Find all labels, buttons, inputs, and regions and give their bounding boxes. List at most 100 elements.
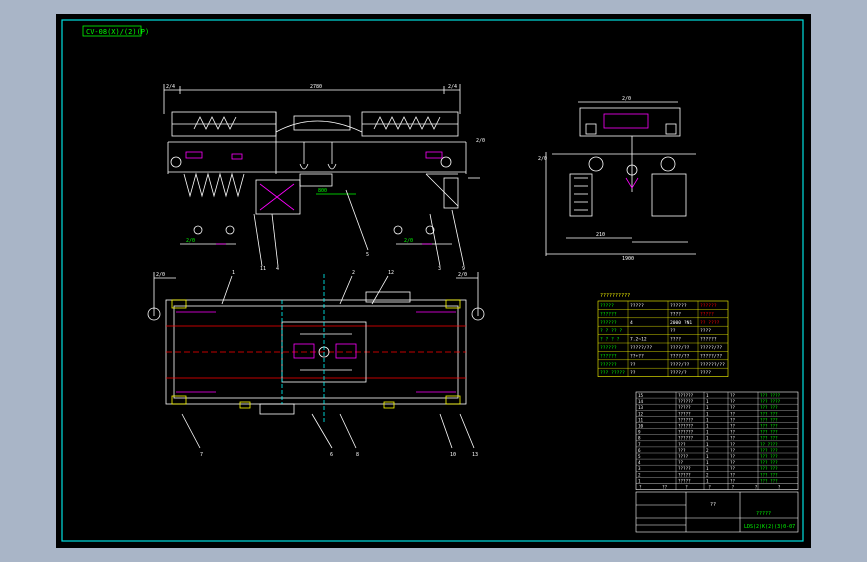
parts-list-cell: 4 <box>638 460 641 465</box>
parts-list-cell: ??? ??? <box>760 436 778 441</box>
parts-list-cell: ?? <box>730 405 736 410</box>
parts-list-cell: ?? <box>730 442 736 447</box>
parts-list-cell: ??? ??? <box>760 478 778 483</box>
spec-table-cell: ?????? <box>600 362 617 368</box>
parts-list-cell: 3 <box>638 466 641 471</box>
dim-main-span: 2780 <box>310 84 322 90</box>
parts-list-cell: ?? ???? <box>760 442 778 447</box>
dim-right-height: 2/0 <box>476 138 485 144</box>
parts-list-cell: ?? <box>730 472 736 477</box>
spec-table-cell: ?? <box>670 328 676 334</box>
parts-list-cell: ??? ??? <box>760 472 778 477</box>
parts-list-cell: ??? ???? <box>760 399 781 404</box>
parts-list-cell: 10 <box>638 424 644 429</box>
spec-table-cell: 7.2~12 <box>630 337 647 343</box>
spec-table-cell: ??????/?? <box>700 362 725 368</box>
spec-table-cell: ?? <box>630 370 636 376</box>
parts-list-footer-cell: ? <box>685 485 688 490</box>
spec-table-cell: ?? ???? <box>700 320 720 326</box>
title-block-drawing-no: LDS(2)K(2)(3)0-07 <box>744 524 795 530</box>
parts-list-cell: 1 <box>706 454 709 459</box>
parts-list-cell: ??? ??? <box>760 466 778 471</box>
spec-table-cell: ???? <box>700 370 711 376</box>
parts-list-cell: ????? <box>678 478 691 483</box>
drawing-border <box>61 19 804 542</box>
spec-table-cell: ?????? <box>600 311 617 317</box>
callout-label: 6 <box>330 452 333 458</box>
spec-table-cell: ???? <box>700 328 711 334</box>
parts-list-cell: 2 <box>638 472 641 477</box>
parts-list-cell: ?? <box>730 430 736 435</box>
callout-label: 13 <box>472 452 478 458</box>
parts-list-cell: ????? <box>678 472 691 477</box>
parts-list-cell: ?? <box>730 399 736 404</box>
callout-label: 2 <box>352 270 355 276</box>
parts-list-cell: 13 <box>638 405 644 410</box>
parts-list-cell: 12 <box>638 411 644 416</box>
parts-list-cell: ?????? <box>678 430 694 435</box>
spec-table-cell: ????? <box>600 303 614 309</box>
parts-list-cell: 14 <box>638 399 644 404</box>
parts-list-cell: ??? ??? <box>760 448 778 453</box>
spec-table-cell: ?????? <box>600 345 617 351</box>
parts-list-cell: ????? <box>678 405 691 410</box>
parts-list-cell: ??? <box>678 442 686 447</box>
parts-list-cell: ?????? <box>678 417 694 422</box>
callout-label: 8 <box>356 452 359 458</box>
dim-left-wheel: 2/0 <box>186 238 195 244</box>
parts-list-cell: ?? <box>730 393 736 398</box>
parts-list-footer-cell: ? <box>708 485 711 490</box>
spec-table-title: ?????????? <box>600 293 630 299</box>
parts-list-cell: ????? <box>678 411 691 416</box>
parts-list-cell: ???? <box>678 454 689 459</box>
spec-table-cell: ??+?? <box>630 353 644 359</box>
spec-table-cell: ????? <box>630 303 644 309</box>
parts-list-cell: ?? <box>730 460 736 465</box>
parts-list-cell: ??? <box>678 448 686 453</box>
spec-table-cell: ? ? ?? ? <box>600 328 622 334</box>
spec-table-cell: ???? <box>670 337 681 343</box>
parts-list-cell: ?? <box>730 411 736 416</box>
parts-list-cell: 2 <box>706 448 709 453</box>
parts-list-cell: ?????? <box>678 424 694 429</box>
parts-list-cell: ??? ??? <box>760 460 778 465</box>
drawing-canvas[interactable]: CV-08(X)/(2)(P) 2780 2/4 2/4 800 2/0 2/0… <box>56 14 811 548</box>
spec-table-cell: ?????? <box>700 337 717 343</box>
parts-list-cell: 1 <box>706 411 709 416</box>
spec-table-cell: ?????/?? <box>700 353 722 359</box>
parts-list-cell: 1 <box>706 430 709 435</box>
dim-side-mid: 210 <box>596 232 605 238</box>
side-elevation-view <box>545 101 696 256</box>
parts-list-footer-cell: ? <box>778 485 781 490</box>
parts-list-cell: ??? ??? <box>760 424 778 429</box>
callout-label: 1 <box>232 270 235 276</box>
parts-list-cell: 1 <box>706 442 709 447</box>
spec-table-cell: ?????? <box>600 320 617 326</box>
callout-label: 3 <box>438 266 441 272</box>
parts-list-cell: 11 <box>638 417 644 422</box>
parts-list-table: 15?????? 1????? ????14?????? 1????? ????13… <box>635 391 799 490</box>
plan-view <box>147 272 485 449</box>
spec-table-cell: 4 <box>630 320 633 326</box>
callout-label: 7 <box>200 452 203 458</box>
parts-list-cell: ??? ??? <box>760 430 778 435</box>
parts-list-cell: ?? <box>730 448 736 453</box>
dim-left-end: 2/4 <box>166 84 175 90</box>
parts-list-cell: 1 <box>706 460 709 465</box>
dim-mid-small: 800 <box>318 188 327 194</box>
parts-list-cell: 1 <box>706 424 709 429</box>
spec-table-cell: ?????? <box>670 303 687 309</box>
callout-label: 12 <box>388 270 394 276</box>
callout-label: 4 <box>276 266 279 272</box>
spec-table: ????????????????????????????????????????… <box>597 300 729 377</box>
parts-list-cell: ??? ??? <box>760 411 778 416</box>
parts-list-cell: ??? ??? <box>760 405 778 410</box>
parts-list-footer-cell: ? <box>732 485 735 490</box>
parts-list-cell: 8 <box>638 436 641 441</box>
parts-list-cell: ?? <box>730 466 736 471</box>
dim-plan-right: 2/0 <box>458 272 467 278</box>
parts-list-cell: 1 <box>706 405 709 410</box>
parts-list-footer-cell: ? <box>639 485 642 490</box>
spec-table-cell: ? ? ? ? <box>600 337 620 343</box>
front-elevation-view <box>163 84 480 267</box>
